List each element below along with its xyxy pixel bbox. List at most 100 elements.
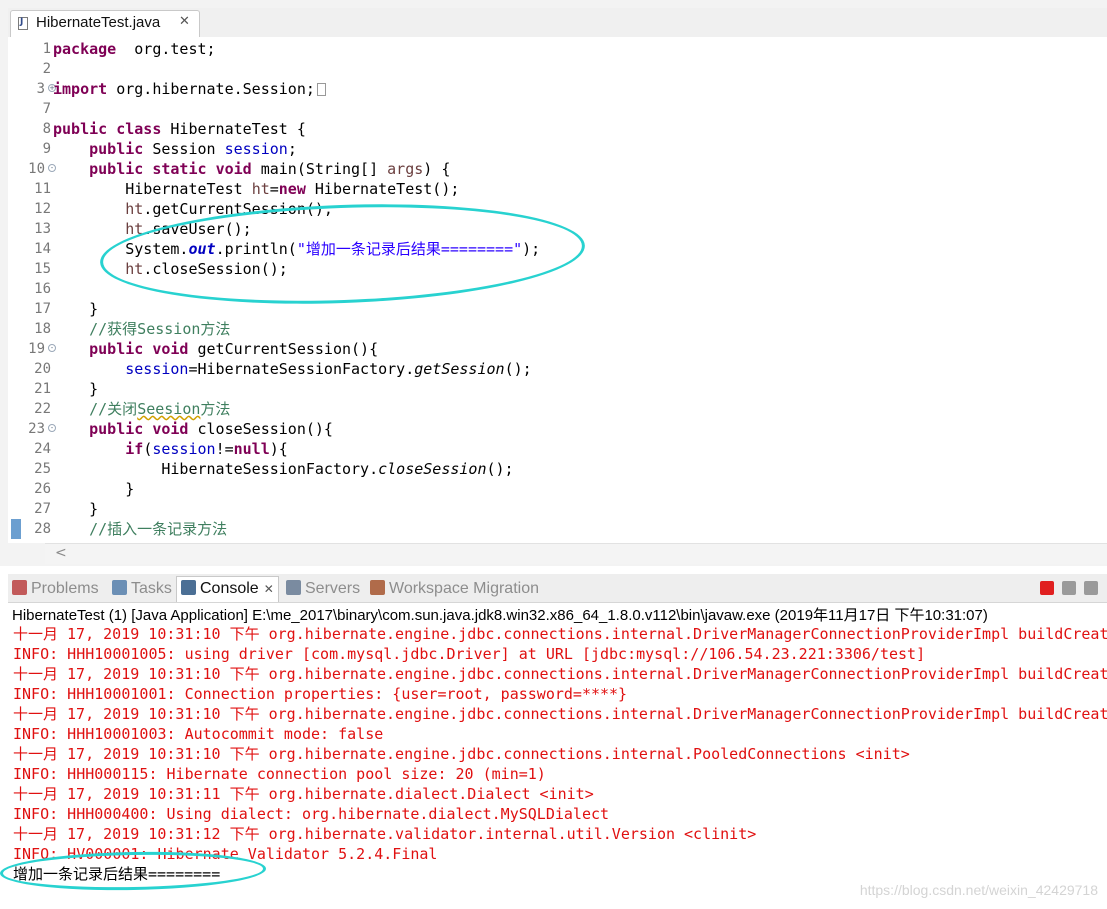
console-line: 十一月 17, 2019 10:31:10 下午 org.hibernate.e… xyxy=(13,705,1107,723)
line-number: 27 xyxy=(34,501,51,517)
code-token: null xyxy=(233,440,270,458)
code-line[interactable]: //插入一条记录方法 xyxy=(53,519,227,539)
line-number: 12 xyxy=(34,201,51,217)
line-number-row: 22 xyxy=(8,399,53,419)
code-line[interactable]: } xyxy=(53,379,98,399)
code-token: ht xyxy=(125,200,144,218)
code-line[interactable]: //获得Session方法 xyxy=(53,319,230,339)
code-token: .getCurrentSession(); xyxy=(143,200,333,218)
line-number: 3 xyxy=(36,81,45,97)
line-number-row: 23- xyxy=(8,419,56,439)
tab-workspace-migration[interactable]: Workspace Migration xyxy=(370,577,539,601)
horizontal-scrollbar[interactable]: < xyxy=(45,543,1107,564)
line-number: 9 xyxy=(42,141,51,157)
code-token: public xyxy=(89,420,144,438)
code-token: (); xyxy=(486,460,514,478)
code-token: =HibernateSessionFactory. xyxy=(188,360,415,378)
code-token: void xyxy=(215,160,252,178)
code-token: HibernateTest xyxy=(53,180,252,198)
tab-tasks[interactable]: Tasks xyxy=(112,577,172,601)
launch-title: HibernateTest (1) [Java Application] E:\… xyxy=(12,607,988,624)
close-icon[interactable]: ✕ xyxy=(179,14,190,29)
console-line: INFO: HHH10001001: Connection properties… xyxy=(13,685,628,703)
code-line[interactable]: HibernateSessionFactory.closeSession(); xyxy=(53,459,514,479)
editor-tab-hibernatetest[interactable]: HibernateTest.java ✕ xyxy=(10,10,200,37)
watermark: https://blog.csdn.net/weixin_42429718 xyxy=(859,882,1098,898)
code-line[interactable]: System.out.println("增加一条记录后结果========"); xyxy=(53,239,540,259)
code-token: new xyxy=(278,180,306,198)
code-line[interactable]: //关闭Seesion方法 xyxy=(53,399,230,419)
code-token: session xyxy=(224,140,288,158)
code-token: HibernateTest(); xyxy=(305,180,460,198)
code-token: HibernateTest { xyxy=(161,120,306,138)
tab-console[interactable]: Console ✕ xyxy=(176,576,279,602)
code-token: ) { xyxy=(423,160,451,178)
code-line[interactable]: package org.test; xyxy=(53,39,216,59)
close-icon[interactable]: ✕ xyxy=(264,582,274,596)
code-line[interactable]: public class HibernateTest { xyxy=(53,119,306,139)
remove-all-launches-button[interactable] xyxy=(1084,581,1098,595)
line-number: 20 xyxy=(34,361,51,377)
editor-tab-bar: HibernateTest.java ✕ xyxy=(8,8,1107,38)
console-line: INFO: HV000001: Hibernate Validator 5.2.… xyxy=(13,845,438,863)
tab-label: Tasks xyxy=(131,580,172,597)
code-token: //插入一条记录方法 xyxy=(89,520,228,538)
terminate-button[interactable] xyxy=(1040,581,1054,595)
code-token: public xyxy=(89,160,144,178)
code-token: session xyxy=(152,440,216,458)
remove-launch-button[interactable] xyxy=(1062,581,1076,595)
code-line[interactable]: ht.closeSession(); xyxy=(53,259,288,279)
line-number-row: 15 xyxy=(8,259,53,279)
code-line[interactable]: } xyxy=(53,499,98,519)
code-token: ht xyxy=(125,260,144,278)
code-token: "增加一条记录后结果========" xyxy=(296,240,523,258)
code-line[interactable]: import org.hibernate.Session; xyxy=(53,79,326,99)
line-number: 8 xyxy=(42,121,51,137)
tab-problems[interactable]: Problems xyxy=(12,577,99,601)
code-token: static xyxy=(152,160,207,178)
line-number-row: 1 xyxy=(8,39,53,59)
line-number-row: 27 xyxy=(8,499,53,519)
scroll-left-icon[interactable]: < xyxy=(55,545,67,561)
code-token: } xyxy=(53,300,99,318)
code-token: .println( xyxy=(215,240,297,258)
code-editor[interactable]: 1 2 3 +7 8 9 10-11 12 13 14 15 16 17 18 19-20 21 22 23-24… xyxy=(8,37,1107,543)
console-line: 十一月 17, 2019 10:31:12 下午 org.hibernate.v… xyxy=(13,825,757,843)
code-line[interactable]: public static void main(String[] args) { xyxy=(53,159,450,179)
line-number: 19 xyxy=(28,341,45,357)
tab-servers[interactable]: Servers xyxy=(286,577,360,601)
code-token: void xyxy=(152,420,189,438)
line-number-row: 16 xyxy=(8,279,53,299)
code-line[interactable]: public void closeSession(){ xyxy=(53,419,333,439)
line-number: 18 xyxy=(34,321,51,337)
code-line[interactable]: public Session session; xyxy=(53,139,297,159)
code-line[interactable]: HibernateTest ht=new HibernateTest(); xyxy=(53,179,459,199)
line-number-row: 21 xyxy=(8,379,53,399)
console-line: INFO: HHH10001003: Autocommit mode: fals… xyxy=(13,725,384,743)
collapsed-code-icon[interactable] xyxy=(316,83,326,96)
line-number-row: 2 xyxy=(8,59,53,79)
code-line[interactable]: public void getCurrentSession(){ xyxy=(53,339,378,359)
code-line[interactable]: } xyxy=(53,479,134,499)
code-token: 方法 xyxy=(200,400,231,418)
code-line[interactable]: session=HibernateSessionFactory.getSessi… xyxy=(53,359,531,379)
code-line[interactable]: if(session!=null){ xyxy=(53,439,288,459)
code-line[interactable]: ht.getCurrentSession(); xyxy=(53,199,333,219)
line-number: 2 xyxy=(42,61,51,77)
console-line: 十一月 17, 2019 10:31:10 下午 org.hibernate.e… xyxy=(13,665,1107,683)
code-token: != xyxy=(215,440,234,458)
code-token: public xyxy=(89,140,144,158)
code-line[interactable]: } xyxy=(53,299,98,319)
code-token: .closeSession(); xyxy=(143,260,288,278)
code-token: HibernateSessionFactory. xyxy=(53,460,379,478)
code-token: closeSession(){ xyxy=(188,420,333,438)
code-token: ht xyxy=(125,220,144,238)
line-number: 26 xyxy=(34,481,51,497)
code-line[interactable]: ht.saveUser(); xyxy=(53,219,251,239)
